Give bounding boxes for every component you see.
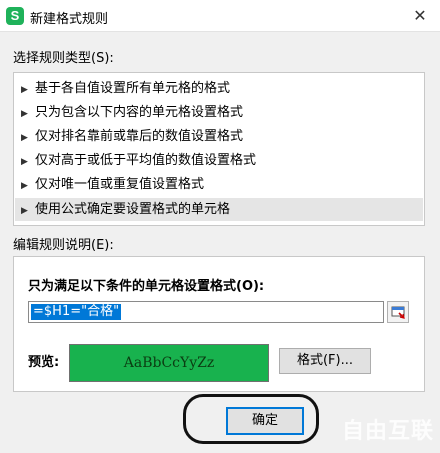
rule-item-label: 使用公式确定要设置格式的单元格 [35,202,231,217]
triangle-right-icon: ▶ [21,206,28,216]
watermark: 自由互联 [341,419,434,444]
rule-item-label: 仅对唯一值或重复值设置格式 [35,177,205,192]
close-button[interactable]: ✕ [406,3,434,29]
preview-swatch: AaBbCcYyZz [69,344,269,382]
app-logo-icon: S [6,7,24,25]
rule-item-above-below-average[interactable]: ▶ 仅对高于或低于平均值的数值设置格式 [15,149,423,172]
range-select-icon [391,306,405,319]
rule-item-label: 基于各自值设置所有单元格的格式 [35,81,231,96]
condition-label: 只为满足以下条件的单元格设置格式(O): [28,279,265,294]
rule-type-label: 选择规则类型(S): [13,51,114,66]
triangle-right-icon: ▶ [21,85,28,95]
triangle-right-icon: ▶ [21,109,28,119]
rule-item-label: 只为包含以下内容的单元格设置格式 [35,105,244,120]
formula-text: =$H1="合格" [31,304,122,320]
rule-item-use-formula[interactable]: ▶ 使用公式确定要设置格式的单元格 [15,198,423,221]
formula-input[interactable]: =$H1="合格" [28,301,384,323]
range-select-button[interactable] [387,301,409,323]
format-button[interactable]: 格式(F)... [279,348,371,374]
rule-type-list: ▶ 基于各自值设置所有单元格的格式 ▶ 只为包含以下内容的单元格设置格式 ▶ 仅对排名… [13,72,425,226]
triangle-right-icon: ▶ [21,157,28,167]
title-bar: S 新建格式规则 ✕ [0,0,440,32]
triangle-right-icon: ▶ [21,181,28,191]
rule-item-cell-contains[interactable]: ▶ 只为包含以下内容的单元格设置格式 [15,101,423,124]
rule-item-label: 仅对高于或低于平均值的数值设置格式 [35,153,257,168]
rule-item-unique-duplicate[interactable]: ▶ 仅对唯一值或重复值设置格式 [15,173,423,196]
rule-description-label: 编辑规则说明(E): [13,238,114,253]
rule-item-label: 仅对排名靠前或靠后的数值设置格式 [35,129,244,144]
rule-item-all-cells[interactable]: ▶ 基于各自值设置所有单元格的格式 [15,77,423,100]
rule-item-top-bottom[interactable]: ▶ 仅对排名靠前或靠后的数值设置格式 [15,125,423,148]
rule-description-panel: 只为满足以下条件的单元格设置格式(O): =$H1="合格" 预览: AaBbC… [13,256,425,392]
preview-label: 预览: [28,355,60,370]
ok-button[interactable]: 确定 [226,407,304,435]
dialog-title: 新建格式规则 [30,12,109,27]
triangle-right-icon: ▶ [21,133,28,143]
